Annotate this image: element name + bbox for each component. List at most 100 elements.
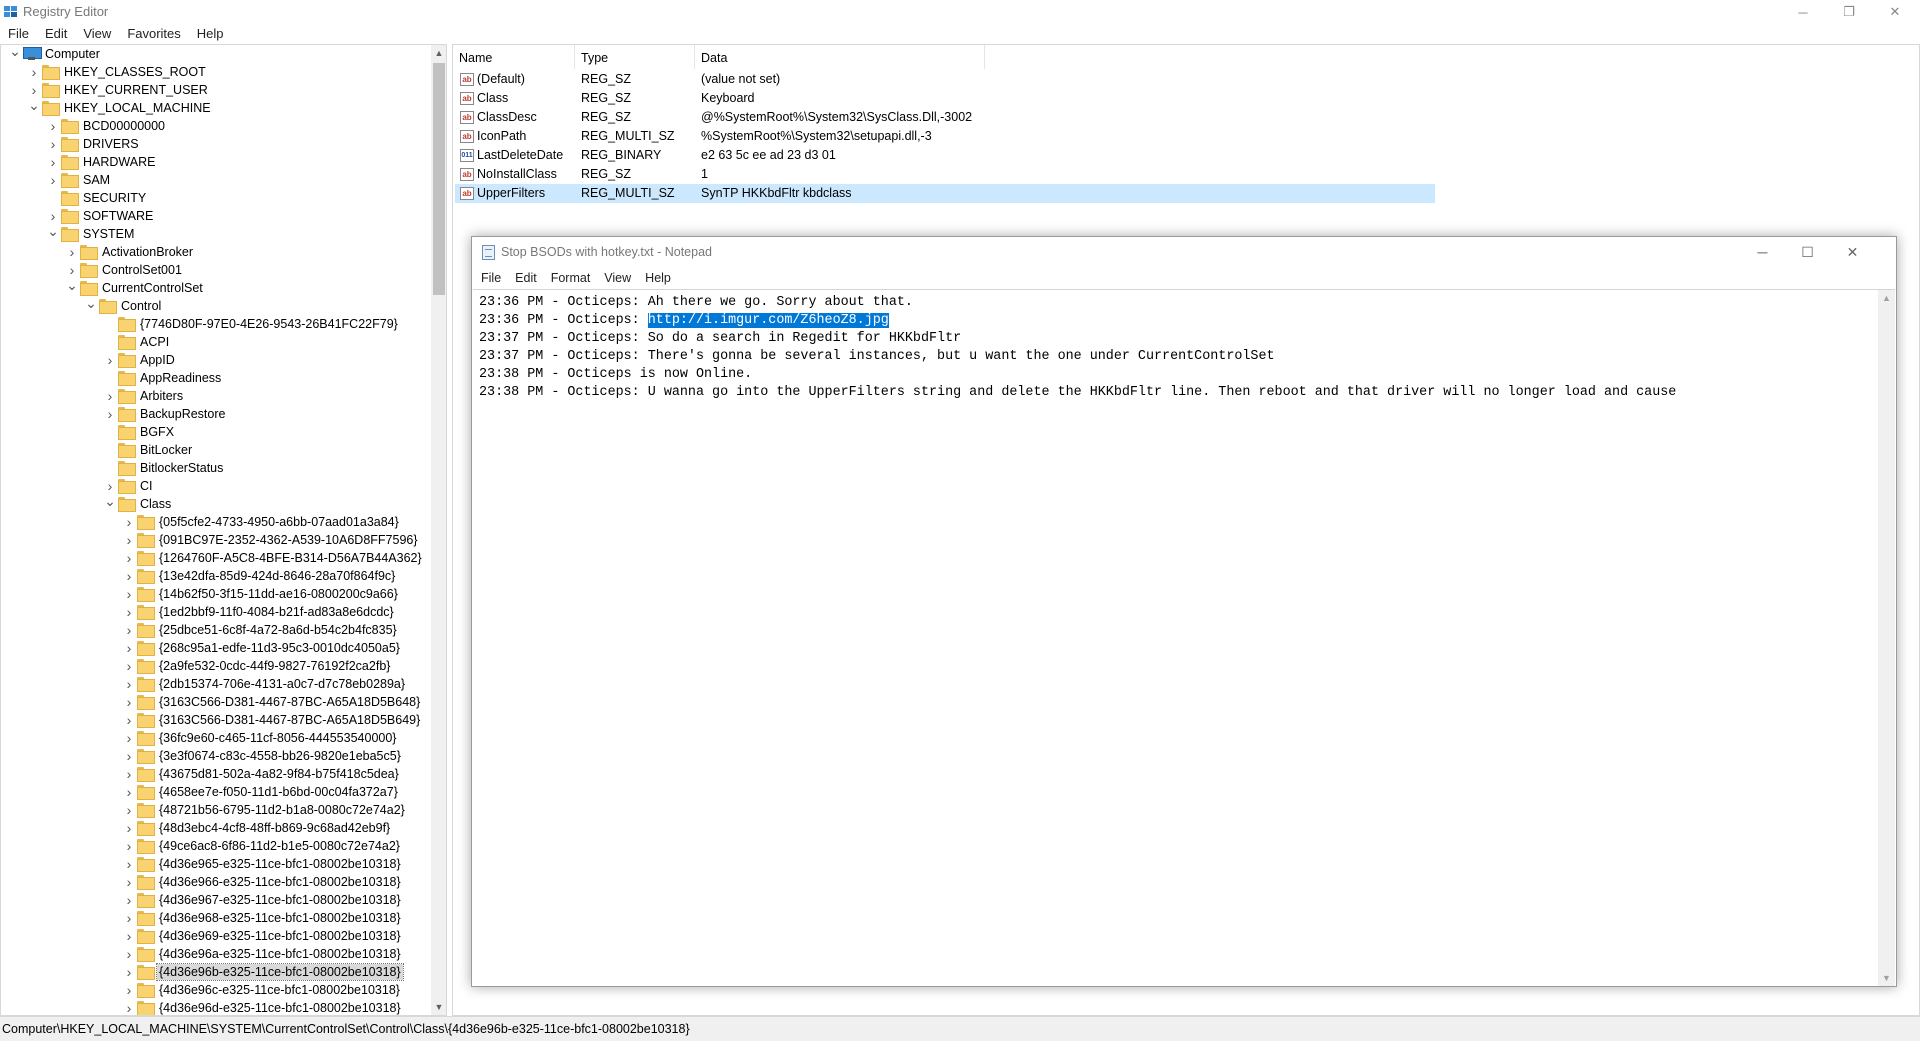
scroll-thumb[interactable] xyxy=(433,63,445,295)
tree-item[interactable]: › {2a9fe532-0cdc-44f9-9827-76192f2ca2fb} xyxy=(1,657,431,675)
tree-item[interactable]: ⌄ Class xyxy=(1,494,431,513)
chevron-right-icon[interactable]: › xyxy=(123,641,135,655)
chevron-right-icon[interactable]: › xyxy=(123,983,135,997)
chevron-right-icon[interactable]: › xyxy=(123,947,135,961)
chevron-right-icon[interactable]: › xyxy=(28,65,40,79)
tree-item[interactable]: ACPI xyxy=(1,333,431,351)
chevron-right-icon[interactable]: › xyxy=(123,821,135,835)
tree-item[interactable]: › DRIVERS xyxy=(1,135,431,153)
chevron-right-icon[interactable]: › xyxy=(47,137,59,151)
tree-item[interactable]: › {091BC97E-2352-4362-A539-10A6D8FF7596} xyxy=(1,531,431,549)
chevron-right-icon[interactable]: › xyxy=(123,749,135,763)
tree-item[interactable]: › HKEY_CLASSES_ROOT xyxy=(1,63,431,81)
tree-item[interactable]: › HARDWARE xyxy=(1,153,431,171)
value-row[interactable]: 011 LastDeleteDate REG_BINARY e2 63 5c ee a… xyxy=(455,146,1435,165)
tree-item[interactable]: AppReadiness xyxy=(1,369,431,387)
tree-item[interactable]: › {4d36e965-e325-11ce-bfc1-08002be10318} xyxy=(1,855,431,873)
notepad-title-bar[interactable]: Stop BSODs with hotkey.txt - Notepad ─ ☐… xyxy=(472,237,1896,267)
menu-file[interactable]: File xyxy=(0,24,37,44)
tree-item[interactable]: › {4d36e968-e325-11ce-bfc1-08002be10318} xyxy=(1,909,431,927)
chevron-right-icon[interactable]: › xyxy=(123,533,135,547)
chevron-right-icon[interactable]: › xyxy=(66,263,78,277)
chevron-right-icon[interactable]: › xyxy=(28,83,40,97)
tree-item[interactable]: › BCD00000000 xyxy=(1,117,431,135)
chevron-right-icon[interactable]: › xyxy=(104,389,116,403)
value-row[interactable]: ab (Default) REG_SZ (value not set) xyxy=(455,70,1435,89)
menu-edit[interactable]: Edit xyxy=(37,24,75,44)
value-row[interactable]: ab IconPath REG_MULTI_SZ %SystemRoot%\Syste… xyxy=(455,127,1435,146)
chevron-right-icon[interactable]: › xyxy=(123,731,135,745)
chevron-right-icon[interactable]: › xyxy=(123,515,135,529)
tree-item[interactable]: ⌄ Computer xyxy=(1,45,431,63)
tree-item[interactable]: › CI xyxy=(1,477,431,495)
tree-item[interactable]: › {4658ee7e-f050-11d1-b6bd-00c04fa372a7} xyxy=(1,783,431,801)
value-row[interactable]: ab NoInstallClass REG_SZ 1 xyxy=(455,165,1435,184)
notepad-minimize-button[interactable]: ─ xyxy=(1740,237,1785,267)
notepad-maximize-button[interactable]: ☐ xyxy=(1785,237,1830,267)
selected-text[interactable]: http://i.imgur.com/Z6heoZ8.jpg xyxy=(647,313,889,328)
tree-item[interactable]: › {3163C566-D381-4467-87BC-A65A18D5B648} xyxy=(1,693,431,711)
tree-item[interactable]: BitLocker xyxy=(1,441,431,459)
chevron-right-icon[interactable]: › xyxy=(123,713,135,727)
tree-item[interactable]: › {48d3ebc4-4cf8-48ff-b869-9c68ad42eb9f} xyxy=(1,819,431,837)
chevron-right-icon[interactable]: › xyxy=(123,857,135,871)
tree-item[interactable]: › {3163C566-D381-4467-87BC-A65A18D5B649} xyxy=(1,711,431,729)
tree-item[interactable]: › {43675d81-502a-4a82-9f84-b75f418c5dea} xyxy=(1,765,431,783)
column-header-name[interactable]: Name xyxy=(453,45,575,69)
menu-view[interactable]: View xyxy=(75,24,119,44)
chevron-down-icon[interactable]: ⌄ xyxy=(47,224,59,241)
notepad-menu-format[interactable]: Format xyxy=(544,267,598,289)
notepad-scrollbar[interactable]: ▲ ▼ xyxy=(1878,289,1895,986)
restore-button[interactable]: ❐ xyxy=(1826,0,1872,24)
tree-item[interactable]: BGFX xyxy=(1,423,431,441)
chevron-right-icon[interactable]: › xyxy=(104,407,116,421)
chevron-right-icon[interactable]: › xyxy=(123,767,135,781)
chevron-right-icon[interactable]: › xyxy=(104,479,116,493)
chevron-right-icon[interactable]: › xyxy=(123,911,135,925)
value-row[interactable]: ab UpperFilters REG_MULTI_SZ SynTP HKKbdFlt… xyxy=(455,184,1435,203)
chevron-down-icon[interactable]: ⌄ xyxy=(85,296,97,313)
tree-item[interactable]: › {3e3f0674-c83c-4558-bb26-9820e1eba5c5} xyxy=(1,747,431,765)
notepad-menu-edit[interactable]: Edit xyxy=(508,267,544,289)
tree-item[interactable]: › Arbiters xyxy=(1,387,431,405)
menu-favorites[interactable]: Favorites xyxy=(119,24,188,44)
chevron-right-icon[interactable]: › xyxy=(123,965,135,979)
tree-item[interactable]: {7746D80F-97E0-4E26-9543-26B41FC22F79} xyxy=(1,315,431,333)
tree-item[interactable]: › {4d36e969-e325-11ce-bfc1-08002be10318} xyxy=(1,927,431,945)
chevron-right-icon[interactable]: › xyxy=(123,587,135,601)
tree-item[interactable]: SECURITY xyxy=(1,189,431,207)
chevron-right-icon[interactable]: › xyxy=(123,785,135,799)
scroll-down-icon[interactable]: ▼ xyxy=(431,999,446,1015)
tree-item[interactable]: › {05f5cfe2-4733-4950-a6bb-07aad01a3a84} xyxy=(1,513,431,531)
tree-item[interactable]: › {4d36e96b-e325-11ce-bfc1-08002be10318} xyxy=(1,963,431,981)
tree-item[interactable]: › {4d36e96a-e325-11ce-bfc1-08002be10318} xyxy=(1,945,431,963)
chevron-right-icon[interactable]: › xyxy=(123,839,135,853)
chevron-right-icon[interactable]: › xyxy=(123,803,135,817)
chevron-right-icon[interactable]: › xyxy=(123,893,135,907)
chevron-right-icon[interactable]: › xyxy=(123,551,135,565)
tree-item[interactable]: › {48721b56-6795-11d2-b1a8-0080c72e74a2} xyxy=(1,801,431,819)
tree-item[interactable]: › HKEY_CURRENT_USER xyxy=(1,81,431,99)
tree-item[interactable]: BitlockerStatus xyxy=(1,459,431,477)
value-row[interactable]: ab Class REG_SZ Keyboard xyxy=(455,89,1435,108)
tree-item[interactable]: ⌄ HKEY_LOCAL_MACHINE xyxy=(1,98,431,117)
chevron-down-icon[interactable]: ⌄ xyxy=(28,98,40,115)
tree-scrollbar[interactable]: ▲ ▼ xyxy=(431,45,446,1015)
chevron-down-icon[interactable]: ⌄ xyxy=(66,278,78,295)
chevron-right-icon[interactable]: › xyxy=(47,173,59,187)
chevron-right-icon[interactable]: › xyxy=(104,353,116,367)
tree-item[interactable]: › {4d36e966-e325-11ce-bfc1-08002be10318} xyxy=(1,873,431,891)
registry-tree[interactable]: ⌄ Computer › HKEY_CLASSES_ROOT › HKEY_CURRENT… xyxy=(0,44,447,1016)
chevron-right-icon[interactable]: › xyxy=(123,1001,135,1015)
tree-item[interactable]: › BackupRestore xyxy=(1,405,431,423)
tree-item[interactable]: › {36fc9e60-c465-11cf-8056-444553540000} xyxy=(1,729,431,747)
tree-item[interactable]: › {49ce6ac8-6f86-11d2-b1e5-0080c72e74a2} xyxy=(1,837,431,855)
tree-item[interactable]: › {1ed2bbf9-11f0-4084-b21f-ad83a8e6dcdc} xyxy=(1,603,431,621)
tree-item[interactable]: › {4d36e96d-e325-11ce-bfc1-08002be10318} xyxy=(1,999,431,1015)
tree-item[interactable]: › {25dbce51-6c8f-4a72-8a6d-b54c2b4fc835} xyxy=(1,621,431,639)
tree-item[interactable]: ⌄ CurrentControlSet xyxy=(1,278,431,297)
tree-item[interactable]: › {4d36e96c-e325-11ce-bfc1-08002be10318} xyxy=(1,981,431,999)
chevron-right-icon[interactable]: › xyxy=(123,605,135,619)
chevron-right-icon[interactable]: › xyxy=(47,119,59,133)
chevron-right-icon[interactable]: › xyxy=(123,569,135,583)
